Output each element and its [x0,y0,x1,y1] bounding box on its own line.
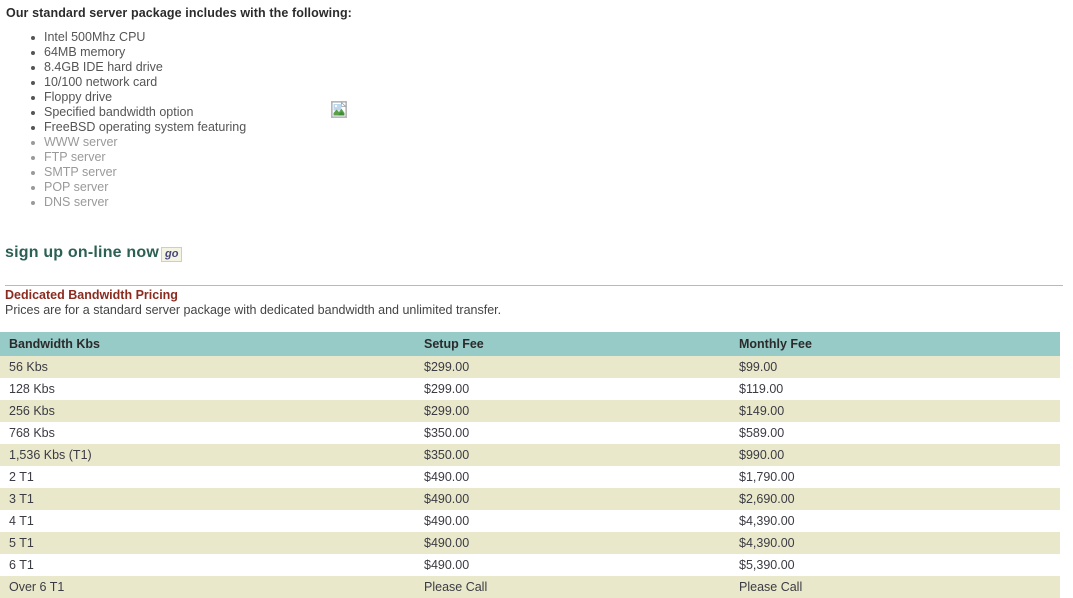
feature-list-item: WWW server [31,135,364,150]
table-cell: 4 T1 [0,510,415,532]
table-cell: 3 T1 [0,488,415,510]
table-cell: $490.00 [415,554,730,576]
feature-list-item: 8.4GB IDE hard drive [31,60,364,75]
table-cell: $4,390.00 [730,532,1060,554]
feature-list-item: SMTP server [31,165,364,180]
table-cell: 1,536 Kbs (T1) [0,444,415,466]
table-row: 256 Kbs $299.00 $149.00 [0,400,1060,422]
table-cell: 128 Kbs [0,378,415,400]
table-cell: $350.00 [415,444,730,466]
server-package-feature-list: Intel 500Mhz CPU 64MB memory 8.4GB IDE har… [0,30,364,210]
go-button[interactable]: go [161,247,183,262]
pricing-table-head: Bandwidth Kbs Setup Fee Monthly Fee [0,332,1060,356]
feature-list-item: Floppy drive [31,90,364,105]
pricing-column-header: Bandwidth Kbs [0,332,415,356]
table-row: 4 T1 $490.00 $4,390.00 [0,510,1060,532]
feature-list-item: 64MB memory [31,45,364,60]
pricing-column-header: Setup Fee [415,332,730,356]
pricing-table-body: 56 Kbs $299.00 $99.00 128 Kbs $299.00 $119.00… [0,356,1060,598]
table-row: 56 Kbs $299.00 $99.00 [0,356,1060,378]
table-cell: $2,690.00 [730,488,1060,510]
bandwidth-pricing-table: Bandwidth Kbs Setup Fee Monthly Fee 56 Kbs… [0,332,1060,598]
table-row: 1,536 Kbs (T1) $350.00 $990.00 [0,444,1060,466]
page-root: Our standard server package includes wit… [0,0,1073,598]
table-cell: $350.00 [415,422,730,444]
table-row: 6 T1 $490.00 $5,390.00 [0,554,1060,576]
table-cell: $299.00 [415,378,730,400]
table-row: 128 Kbs $299.00 $119.00 [0,378,1060,400]
table-cell: 2 T1 [0,466,415,488]
table-row: 5 T1 $490.00 $4,390.00 [0,532,1060,554]
table-cell: $589.00 [730,422,1060,444]
pricing-column-header: Monthly Fee [730,332,1060,356]
table-cell: $119.00 [730,378,1060,400]
table-row: 3 T1 $490.00 $2,690.00 [0,488,1060,510]
signup-row[interactable]: sign up on-line now go [5,244,183,262]
table-cell: $490.00 [415,488,730,510]
table-cell: $299.00 [415,356,730,378]
feature-list-item: POP server [31,180,364,195]
feature-list-item: Intel 500Mhz CPU [31,30,364,45]
table-cell: $299.00 [415,400,730,422]
table-cell: 256 Kbs [0,400,415,422]
intro-heading: Our standard server package includes wit… [6,6,352,20]
feature-list-item: FreeBSD operating system featuring [31,120,364,135]
table-cell: 56 Kbs [0,356,415,378]
table-cell: 5 T1 [0,532,415,554]
signup-link[interactable]: sign up on-line now [5,244,159,262]
section-divider [5,285,1063,286]
feature-list-item: FTP server [31,150,364,165]
broken-image-icon [331,101,347,118]
table-cell: $990.00 [730,444,1060,466]
feature-list-item: Specified bandwidth option [31,105,364,120]
table-cell: 6 T1 [0,554,415,576]
table-cell: $4,390.00 [730,510,1060,532]
feature-list-item: DNS server [31,195,364,210]
table-cell: $5,390.00 [730,554,1060,576]
pricing-section-subtitle: Prices are for a standard server package… [5,303,502,317]
pricing-section-title: Dedicated Bandwidth Pricing [5,288,178,302]
table-cell: 768 Kbs [0,422,415,444]
pricing-table-header-row: Bandwidth Kbs Setup Fee Monthly Fee [0,332,1060,356]
table-cell: $490.00 [415,510,730,532]
table-row: 768 Kbs $350.00 $589.00 [0,422,1060,444]
table-cell: $490.00 [415,532,730,554]
table-cell: $1,790.00 [730,466,1060,488]
feature-list-item: 10/100 network card [31,75,364,90]
table-cell: $149.00 [730,400,1060,422]
table-row: 2 T1 $490.00 $1,790.00 [0,466,1060,488]
table-cell: $99.00 [730,356,1060,378]
table-cell: $490.00 [415,466,730,488]
